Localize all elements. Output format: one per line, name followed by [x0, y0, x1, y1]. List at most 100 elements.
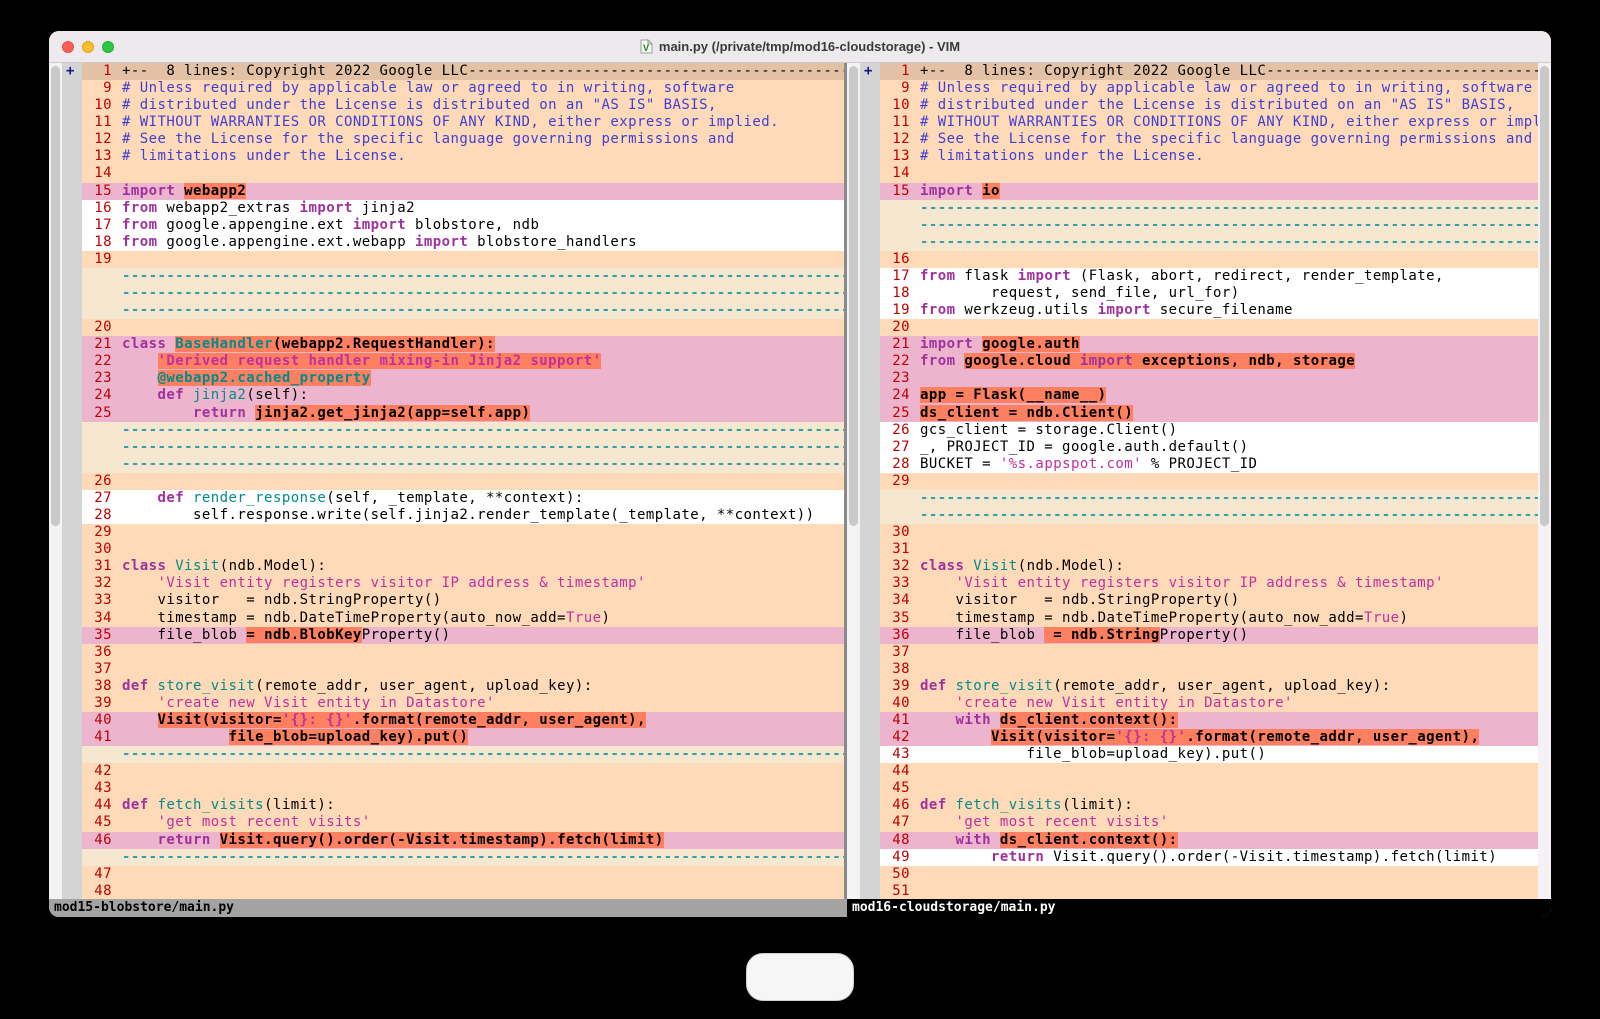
code-row[interactable]: 13# limitations under the License. [880, 148, 1538, 165]
code-row[interactable]: 11# WITHOUT WARRANTIES OR CONDITIONS OF … [82, 114, 844, 131]
scrollbar-left-thumb[interactable] [51, 66, 60, 526]
code-row[interactable]: 14 [880, 165, 1538, 182]
code-row[interactable]: 28 self.response.write(self.jinja2.rende… [82, 507, 844, 524]
code-row[interactable]: 19 [82, 251, 844, 268]
code-row[interactable]: 20 [880, 319, 1538, 336]
code-row[interactable]: 17from google.appengine.ext import blobs… [82, 217, 844, 234]
code-row[interactable]: 32class Visit(ndb.Model): [880, 558, 1538, 575]
code-row[interactable]: 51 [880, 883, 1538, 899]
code-row[interactable]: 12# See the License for the specific lan… [880, 131, 1538, 148]
code-row[interactable]: 10# distributed under the License is dis… [880, 97, 1538, 114]
code-row[interactable]: 33 visitor = ndb.StringProperty() [82, 592, 844, 609]
code-row[interactable]: 28BUCKET = '%s.appspot.com' % PROJECT_ID [880, 456, 1538, 473]
code-row[interactable]: 23 [880, 370, 1538, 387]
code-row[interactable]: 23 @webapp2.cached_property [82, 370, 844, 387]
code-row[interactable]: 21class BaseHandler(webapp2.RequestHandl… [82, 336, 844, 353]
code-row[interactable]: 9# Unless required by applicable law or … [82, 80, 844, 97]
code-row[interactable]: 48 [82, 883, 844, 899]
dock-app-icon[interactable] [746, 953, 854, 1001]
code-row[interactable]: 29 [880, 473, 1538, 490]
code-row[interactable]: 37 [82, 661, 844, 678]
code-row[interactable]: 14 [82, 165, 844, 182]
code-row[interactable]: 44def fetch_visits(limit): [82, 797, 844, 814]
code-row[interactable]: 31class Visit(ndb.Model): [82, 558, 844, 575]
code-row[interactable]: 18from google.appengine.ext.webapp impor… [82, 234, 844, 251]
code-row[interactable]: 45 [880, 780, 1538, 797]
fold-column-right[interactable]: + [860, 63, 880, 899]
code-row[interactable]: 11# WITHOUT WARRANTIES OR CONDITIONS OF … [880, 114, 1538, 131]
code-row[interactable]: 32 'Visit entity registers visitor IP ad… [82, 575, 844, 592]
code-row[interactable]: 31 [880, 541, 1538, 558]
fold-row[interactable]: 1+-- 8 lines: Copyright 2022 Google LLC-… [82, 63, 844, 80]
code-row[interactable]: 40 'create new Visit entity in Datastore… [880, 695, 1538, 712]
code-row[interactable]: 36 [82, 644, 844, 661]
code-row[interactable]: 29 [82, 524, 844, 541]
code-row[interactable]: 21import google.auth [880, 336, 1538, 353]
code-row[interactable]: 40 Visit(visitor='{}: {}'.format(remote_… [82, 712, 844, 729]
code-row[interactable]: 18 request, send_file, url_for) [880, 285, 1538, 302]
code-row[interactable]: 16 [880, 251, 1538, 268]
code-row[interactable]: 37 [880, 644, 1538, 661]
code-row[interactable]: 27 def render_response(self, _template, … [82, 490, 844, 507]
code-row[interactable]: 41 file_blob=upload_key).put() [82, 729, 844, 746]
code-row[interactable]: 34 timestamp = ndb.DateTimeProperty(auto… [82, 610, 844, 627]
code-row[interactable]: 26 [82, 473, 844, 490]
code-row[interactable]: 38def store_visit(remote_addr, user_agen… [82, 678, 844, 695]
code-row[interactable]: 50 [880, 866, 1538, 883]
code-row[interactable]: 15import webapp2 [82, 183, 844, 200]
code-row[interactable]: 43 [82, 780, 844, 797]
code-row[interactable]: 39def store_visit(remote_addr, user_agen… [880, 678, 1538, 695]
code-row[interactable]: 49 return Visit.query().order(-Visit.tim… [880, 849, 1538, 866]
code-row[interactable]: 43 file_blob=upload_key).put() [880, 746, 1538, 763]
code-row[interactable]: 36 file_blob = ndb.StringProperty() [880, 627, 1538, 644]
scrollbar-right[interactable] [1538, 63, 1551, 899]
code-row[interactable]: 33 'Visit entity registers visitor IP ad… [880, 575, 1538, 592]
code-row[interactable]: 24 def jinja2(self): [82, 387, 844, 404]
code-row[interactable]: 20 [82, 319, 844, 336]
code-row[interactable]: 9# Unless required by applicable law or … [880, 80, 1538, 97]
code-row[interactable]: 30 [82, 541, 844, 558]
code-row[interactable]: 22 'Derived request handler mixing-in Ji… [82, 353, 844, 370]
code-row[interactable]: 38 [880, 661, 1538, 678]
code-row[interactable]: 46 return Visit.query().order(-Visit.tim… [82, 832, 844, 849]
code-row[interactable]: 42 [82, 763, 844, 780]
code-row[interactable]: 42 Visit(visitor='{}: {}'.format(remote_… [880, 729, 1538, 746]
fold-row[interactable]: 1+-- 8 lines: Copyright 2022 Google LLC-… [880, 63, 1538, 80]
code-row[interactable]: 45 'get most recent visits' [82, 814, 844, 831]
code-row[interactable]: 47 [82, 866, 844, 883]
scrollbar-middle-thumb[interactable] [849, 66, 858, 526]
code-row[interactable]: 47 'get most recent visits' [880, 814, 1538, 831]
scrollbar-right-thumb[interactable] [1540, 66, 1549, 526]
code-row[interactable]: 26gcs_client = storage.Client() [880, 422, 1538, 439]
code-row[interactable]: 30 [880, 524, 1538, 541]
minimize-button[interactable] [82, 41, 94, 53]
code-row[interactable]: 24app = Flask(__name__) [880, 387, 1538, 404]
window-titlebar[interactable]: V main.py (/private/tmp/mod16-cloudstora… [49, 31, 1551, 63]
fold-column-left[interactable]: + [62, 63, 82, 899]
code-row[interactable]: 35 timestamp = ndb.DateTimeProperty(auto… [880, 610, 1538, 627]
zoom-button[interactable] [102, 41, 114, 53]
code-row[interactable]: 44 [880, 763, 1538, 780]
fold-plus-icon[interactable]: + [66, 63, 74, 79]
code-row[interactable]: 35 file_blob = ndb.BlobKeyProperty() [82, 627, 844, 644]
code-row[interactable]: 10# distributed under the License is dis… [82, 97, 844, 114]
code-row[interactable]: 25 return jinja2.get_jinja2(app=self.app… [82, 405, 844, 422]
code-row[interactable]: 34 visitor = ndb.StringProperty() [880, 592, 1538, 609]
close-button[interactable] [62, 41, 74, 53]
code-row[interactable]: 13# limitations under the License. [82, 148, 844, 165]
code-row[interactable]: 27_, PROJECT_ID = google.auth.default() [880, 439, 1538, 456]
code-row[interactable]: 25ds_client = ndb.Client() [880, 405, 1538, 422]
code-row[interactable]: 16from webapp2_extras import jinja2 [82, 200, 844, 217]
code-row[interactable]: 41 with ds_client.context(): [880, 712, 1538, 729]
code-row[interactable]: 19from werkzeug.utils import secure_file… [880, 302, 1538, 319]
scrollbar-left[interactable] [49, 63, 62, 899]
code-row[interactable]: 17from flask import (Flask, abort, redir… [880, 268, 1538, 285]
code-row[interactable]: 39 'create new Visit entity in Datastore… [82, 695, 844, 712]
code-row[interactable]: 12# See the License for the specific lan… [82, 131, 844, 148]
code-row[interactable]: 48 with ds_client.context(): [880, 832, 1538, 849]
code-row[interactable]: 46def fetch_visits(limit): [880, 797, 1538, 814]
code-row[interactable]: 22from google.cloud import exceptions, n… [880, 353, 1538, 370]
code-row[interactable]: 15import io [880, 183, 1538, 200]
scrollbar-middle[interactable] [847, 63, 860, 899]
fold-plus-icon[interactable]: + [864, 63, 872, 79]
